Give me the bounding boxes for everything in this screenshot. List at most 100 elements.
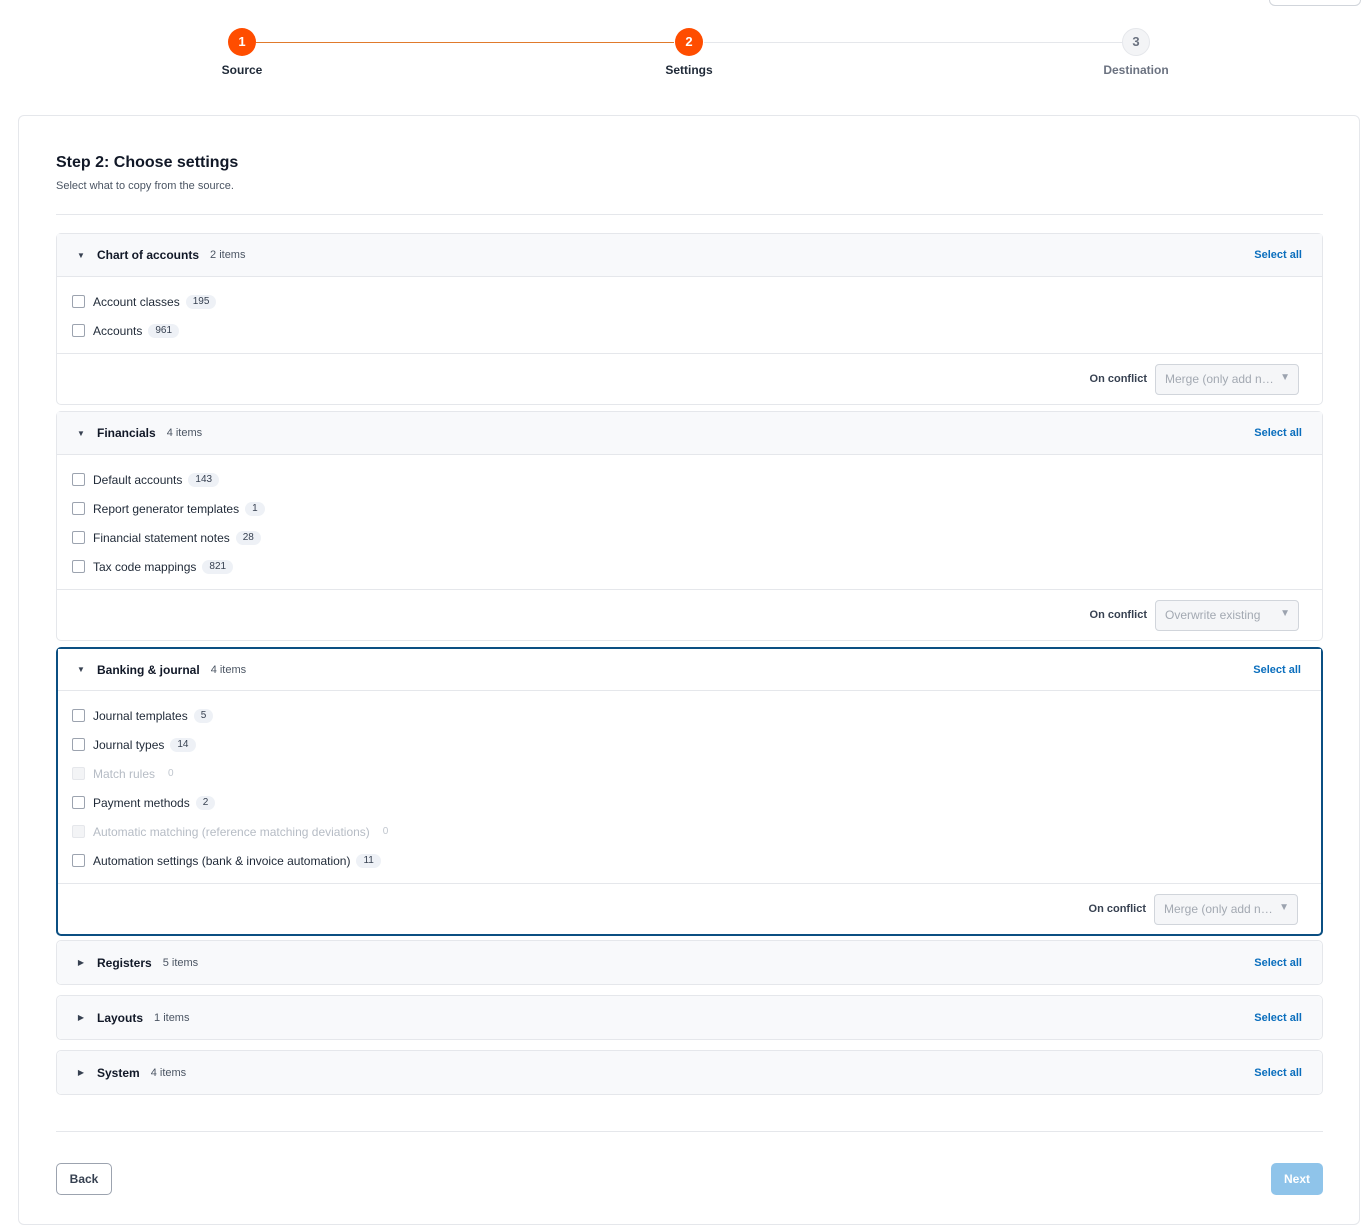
checkbox[interactable] xyxy=(72,560,85,573)
list-item[interactable]: Payment methods 2 xyxy=(72,788,1321,817)
footer-divider xyxy=(56,1131,1323,1132)
caret-right-icon[interactable]: ▶ xyxy=(75,1068,87,1077)
step-connector-upcoming xyxy=(704,42,1122,43)
checkbox[interactable] xyxy=(72,796,85,809)
list-item[interactable]: Default accounts 143 xyxy=(72,465,1322,494)
section-title: Financials xyxy=(97,426,156,440)
conflict-select[interactable]: Overwrite existing ▼ xyxy=(1155,599,1299,631)
section-title: Layouts xyxy=(97,1010,144,1025)
section-chart-of-accounts: ▼ Chart of accounts 2 items Select all A… xyxy=(56,233,1323,405)
section-banking-journal: ▼ Banking & journal 4 items Select all J… xyxy=(56,647,1323,936)
section-count: 4 items xyxy=(166,427,203,439)
section-items: Account classes 195 Accounts 961 xyxy=(57,277,1322,353)
section-header[interactable]: ▶ Layouts 1 items Select all xyxy=(57,996,1322,1039)
count-badge: 0 xyxy=(168,767,174,779)
on-conflict-label: On conflict xyxy=(1089,609,1147,621)
select-all-link[interactable]: Select all xyxy=(1254,1012,1302,1024)
list-item[interactable]: Tax code mappings 821 xyxy=(72,552,1322,581)
section-items: Journal templates 5 Journal types 14 Mat… xyxy=(58,690,1321,883)
step-number: 2 xyxy=(675,28,703,56)
section-footer: On conflict Merge (only add new) ▼ xyxy=(57,353,1322,404)
count-badge: 195 xyxy=(185,294,217,309)
header-divider xyxy=(56,214,1323,215)
item-label: Automation settings (bank & invoice auto… xyxy=(93,853,351,868)
section-system: ▶ System 4 items Select all xyxy=(56,1050,1323,1095)
item-label: Default accounts xyxy=(93,472,183,487)
section-items: Default accounts 143 Report generator te… xyxy=(57,455,1322,589)
list-item[interactable]: Financial statement notes 28 xyxy=(72,523,1322,552)
item-label: Tax code mappings xyxy=(93,559,197,574)
progress-stepper: 1 Source 2 Settings 3 Destination xyxy=(0,0,1361,100)
step-source[interactable]: 1 Source xyxy=(182,28,302,77)
section-footer: On conflict Merge (only add new) ▼ xyxy=(58,883,1321,934)
conflict-select[interactable]: Merge (only add new) ▼ xyxy=(1155,363,1299,395)
caret-down-icon[interactable]: ▼ xyxy=(75,429,87,438)
checkbox[interactable] xyxy=(72,295,85,308)
back-button[interactable]: Back xyxy=(56,1163,112,1195)
select-all-link[interactable]: Select all xyxy=(1253,664,1301,676)
item-label: Payment methods xyxy=(93,795,190,810)
page-title: Step 2: Choose settings xyxy=(56,154,239,171)
section-header[interactable]: ▶ Registers 5 items Select all xyxy=(57,941,1322,984)
item-label: Accounts xyxy=(93,323,143,338)
item-label: Automatic matching (reference matching d… xyxy=(93,824,370,839)
item-label: Journal templates xyxy=(93,708,188,723)
list-item: Automatic matching (reference matching d… xyxy=(72,817,1321,846)
card-header: Step 2: Choose settings Select what to c… xyxy=(56,154,238,192)
list-item[interactable]: Automation settings (bank & invoice auto… xyxy=(72,846,1321,875)
conflict-select[interactable]: Merge (only add new) ▼ xyxy=(1154,893,1298,925)
list-item[interactable]: Accounts 961 xyxy=(72,316,1322,345)
select-all-link[interactable]: Select all xyxy=(1254,1067,1302,1079)
section-count: 2 items xyxy=(210,249,246,261)
count-badge: 1 xyxy=(245,501,265,516)
caret-right-icon[interactable]: ▶ xyxy=(75,958,87,967)
step-destination[interactable]: 3 Destination xyxy=(1076,28,1196,77)
checkbox[interactable] xyxy=(72,531,85,544)
section-registers: ▶ Registers 5 items Select all xyxy=(56,940,1323,985)
list-item[interactable]: Journal types 14 xyxy=(72,730,1321,759)
section-header[interactable]: ▼ Banking & journal 4 items Select all xyxy=(58,649,1321,690)
count-badge: 2 xyxy=(195,795,216,810)
section-header[interactable]: ▼ Chart of accounts 2 items Select all xyxy=(57,234,1322,277)
checkbox[interactable] xyxy=(72,502,85,515)
count-badge: 143 xyxy=(188,472,220,487)
select-all-link[interactable]: Select all xyxy=(1254,427,1302,439)
section-header[interactable]: ▼ Financials 4 items Select all xyxy=(57,412,1322,455)
top-right-button[interactable] xyxy=(1269,0,1361,6)
caret-down-icon[interactable]: ▼ xyxy=(75,665,87,674)
caret-down-icon[interactable]: ▼ xyxy=(75,251,87,260)
count-badge: 961 xyxy=(148,323,180,338)
checkbox[interactable] xyxy=(72,709,85,722)
section-count: 4 items xyxy=(210,663,247,676)
section-title: Chart of accounts xyxy=(97,248,200,262)
section-count: 4 items xyxy=(150,1066,187,1079)
list-item[interactable]: Journal templates 5 xyxy=(72,701,1321,730)
item-label: Match rules xyxy=(93,766,156,781)
count-badge: 821 xyxy=(202,559,234,574)
step-settings[interactable]: 2 Settings xyxy=(629,28,749,77)
checkbox[interactable] xyxy=(72,854,85,867)
count-badge: 14 xyxy=(170,737,196,752)
select-all-link[interactable]: Select all xyxy=(1254,249,1302,261)
select-all-link[interactable]: Select all xyxy=(1254,957,1302,969)
checkbox[interactable] xyxy=(72,738,85,751)
settings-card: Step 2: Choose settings Select what to c… xyxy=(18,115,1360,1225)
section-header[interactable]: ▶ System 4 items Select all xyxy=(57,1051,1322,1094)
count-badge: 0 xyxy=(382,825,389,837)
checkbox[interactable] xyxy=(72,324,85,337)
next-button[interactable]: Next xyxy=(1271,1163,1323,1195)
conflict-value: Merge (only add new) xyxy=(1164,902,1274,916)
checkbox[interactable] xyxy=(72,473,85,486)
on-conflict-label: On conflict xyxy=(1088,903,1146,915)
list-item[interactable]: Account classes 195 xyxy=(72,287,1322,316)
list-item[interactable]: Report generator templates 1 xyxy=(72,494,1322,523)
count-badge: 5 xyxy=(193,708,214,723)
page-subtitle: Select what to copy from the source. xyxy=(56,180,234,192)
item-label: Journal types xyxy=(93,737,165,752)
section-financials: ▼ Financials 4 items Select all Default … xyxy=(56,411,1323,641)
section-count: 1 items xyxy=(154,1011,190,1024)
caret-right-icon[interactable]: ▶ xyxy=(75,1013,87,1022)
dropdown-arrow-icon: ▼ xyxy=(1280,371,1290,383)
section-title: Registers xyxy=(97,955,152,970)
dropdown-arrow-icon: ▼ xyxy=(1280,607,1290,619)
